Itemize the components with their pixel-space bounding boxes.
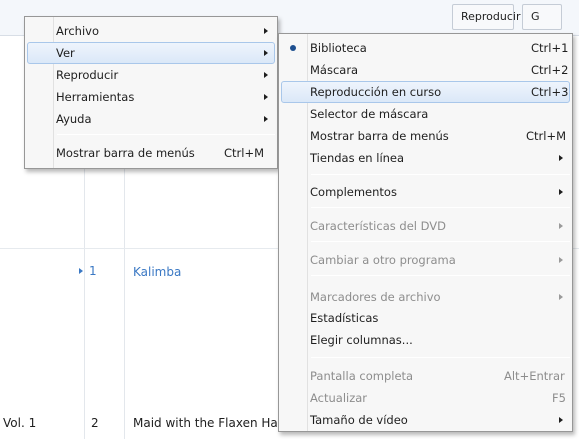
- menu-item-elegir-columnas[interactable]: Elegir columnas...: [281, 329, 570, 351]
- menu-item-shortcut: Alt+Entrar: [504, 369, 565, 383]
- menu-item-ayuda[interactable]: Ayuda: [27, 108, 275, 130]
- menu-separator: [311, 275, 570, 276]
- menu-item-label: Biblioteca: [310, 41, 367, 55]
- menu-item-shortcut: Ctrl+3: [531, 85, 569, 99]
- menu-item-shortcut: Ctrl+M: [224, 146, 265, 160]
- menu-item-label: Archivo: [56, 24, 99, 38]
- menu-item-label: Herramientas: [56, 90, 135, 104]
- menu-item-label: Mostrar barra de menús: [310, 129, 449, 143]
- album-name: Vol. 1: [3, 416, 37, 430]
- radio-check-icon: [290, 45, 296, 51]
- menu-separator: [311, 207, 570, 208]
- main-menu: Archivo Ver Reproducir Herramientas Ayud…: [24, 16, 278, 169]
- track-title[interactable]: Maid with the Flaxen Hair: [133, 416, 286, 430]
- menu-item-reproduccion-en-curso[interactable]: Reproducción en curso Ctrl+3: [281, 81, 570, 103]
- menu-item-label: Máscara: [310, 63, 359, 77]
- submenu-arrow-icon: [559, 155, 563, 161]
- menu-item-cambiar-a-otro-programa[interactable]: Cambiar a otro programa: [281, 249, 570, 271]
- submenu-arrow-icon: [559, 223, 563, 229]
- track-number: 2: [91, 416, 99, 430]
- menu-item-label: Marcadores de archivo: [310, 290, 441, 304]
- menu-separator: [311, 241, 570, 242]
- tab-burn[interactable]: G: [522, 4, 562, 30]
- menu-item-shortcut: Ctrl+2: [531, 63, 569, 77]
- menu-separator: [311, 357, 570, 358]
- menu-item-reproducir[interactable]: Reproducir: [27, 64, 275, 86]
- menu-item-biblioteca[interactable]: Biblioteca Ctrl+1: [281, 37, 570, 59]
- submenu-arrow-icon: [559, 189, 563, 195]
- menu-item-caracteristicas-del-dvd[interactable]: Características del DVD: [281, 215, 570, 237]
- menu-item-label: Pantalla completa: [310, 369, 414, 383]
- submenu-arrow-icon: [559, 257, 563, 263]
- menu-item-label: Estadísticas: [310, 311, 379, 325]
- menu-item-label: Ayuda: [56, 112, 92, 126]
- now-playing-icon: [79, 268, 83, 274]
- menu-item-label: Ver: [56, 46, 75, 60]
- menu-item-pantalla-completa[interactable]: Pantalla completa Alt+Entrar: [281, 365, 570, 387]
- menu-item-tiendas-en-linea[interactable]: Tiendas en línea: [281, 147, 570, 169]
- menu-item-label: Complementos: [310, 185, 397, 199]
- track-number: 1: [89, 264, 97, 278]
- menu-item-estadisticas[interactable]: Estadísticas: [281, 307, 570, 329]
- menu-item-label: Tamaño de vídeo: [310, 413, 408, 427]
- tab-play[interactable]: Reproducir: [452, 4, 521, 30]
- menu-item-shortcut: Ctrl+M: [526, 129, 567, 143]
- submenu-arrow-icon: [264, 50, 268, 56]
- menu-item-tamano-de-video[interactable]: Tamaño de vídeo: [281, 409, 570, 431]
- menu-item-label: Elegir columnas...: [310, 333, 413, 347]
- menu-item-shortcut: Ctrl+1: [531, 41, 569, 55]
- menu-item-mostrar-barra-de-menus[interactable]: Mostrar barra de menús Ctrl+M: [281, 125, 570, 147]
- menu-item-ver[interactable]: Ver: [27, 42, 275, 64]
- menu-item-label: Selector de máscara: [310, 107, 429, 121]
- submenu-arrow-icon: [264, 94, 268, 100]
- table-row[interactable]: 1: [79, 264, 97, 278]
- menu-item-label: Características del DVD: [310, 219, 446, 233]
- menu-item-selector-de-mascara[interactable]: Selector de máscara: [281, 103, 570, 125]
- menu-item-label: Reproducción en curso: [310, 85, 442, 99]
- menu-item-label: Mostrar barra de menús: [56, 146, 195, 160]
- view-submenu: Biblioteca Ctrl+1 Máscara Ctrl+2 Reprodu…: [278, 33, 573, 432]
- track-title[interactable]: Kalimba: [133, 265, 181, 279]
- menu-item-label: Actualizar: [310, 391, 368, 405]
- menu-item-mascara[interactable]: Máscara Ctrl+2: [281, 59, 570, 81]
- menu-item-shortcut: F5: [552, 391, 566, 405]
- menu-item-label: Tiendas en línea: [310, 151, 405, 165]
- menu-item-mostrar-barra-de-menus[interactable]: Mostrar barra de menús Ctrl+M: [27, 142, 275, 164]
- menu-item-label: Reproducir: [56, 68, 119, 82]
- menu-item-actualizar[interactable]: Actualizar F5: [281, 387, 570, 409]
- submenu-arrow-icon: [264, 72, 268, 78]
- menu-item-complementos[interactable]: Complementos: [281, 181, 570, 203]
- submenu-arrow-icon: [559, 294, 563, 300]
- menu-item-marcadores-de-archivo[interactable]: Marcadores de archivo: [281, 286, 570, 308]
- menu-item-herramientas[interactable]: Herramientas: [27, 86, 275, 108]
- menu-item-label: Cambiar a otro programa: [310, 253, 456, 267]
- menu-separator: [311, 174, 570, 175]
- submenu-arrow-icon: [264, 28, 268, 34]
- menu-item-archivo[interactable]: Archivo: [27, 20, 275, 42]
- menu-separator: [57, 134, 275, 135]
- submenu-arrow-icon: [559, 417, 563, 423]
- submenu-arrow-icon: [264, 116, 268, 122]
